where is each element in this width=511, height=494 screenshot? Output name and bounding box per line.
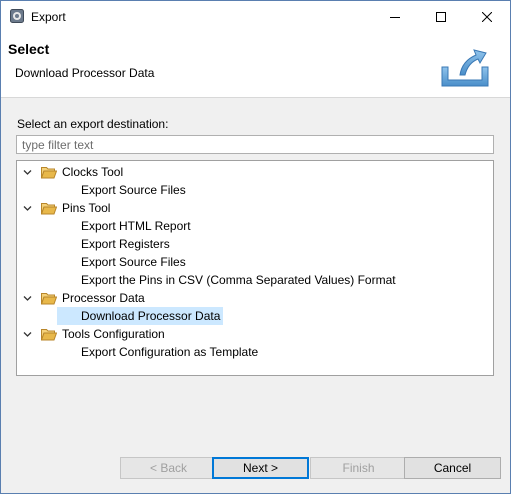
tree-item-export-html-report[interactable]: Export HTML Report bbox=[17, 217, 493, 235]
cancel-button[interactable]: Cancel bbox=[404, 457, 501, 479]
folder-open-icon bbox=[41, 203, 57, 215]
tree-item-label: Export Source Files bbox=[81, 183, 186, 197]
tree-item-label: Export Source Files bbox=[81, 255, 186, 269]
folder-open-icon bbox=[41, 293, 57, 305]
tree-category-pins-tool[interactable]: Pins Tool bbox=[17, 199, 493, 217]
tree-category-processor-data[interactable]: Processor Data bbox=[17, 289, 493, 307]
page-title: Select bbox=[8, 41, 50, 57]
eclipse-app-icon bbox=[10, 9, 24, 23]
minimize-icon bbox=[390, 16, 400, 18]
page-description: Download Processor Data bbox=[15, 66, 155, 80]
tree-item-export-pins-csv[interactable]: Export the Pins in CSV (Comma Separated … bbox=[17, 271, 493, 289]
tree-item-pins-export-source-files[interactable]: Export Source Files bbox=[17, 253, 493, 271]
back-button[interactable]: < Back bbox=[120, 457, 217, 479]
wizard-header: Select Download Processor Data bbox=[1, 32, 510, 98]
tree-category-label: Processor Data bbox=[62, 291, 145, 305]
chevron-down-icon[interactable] bbox=[23, 294, 32, 303]
tree-category-tools-configuration[interactable]: Tools Configuration bbox=[17, 325, 493, 343]
folder-open-icon bbox=[41, 329, 57, 341]
close-icon bbox=[482, 11, 492, 22]
tree-item-clocks-export-source-files[interactable]: Export Source Files bbox=[17, 181, 493, 199]
maximize-icon bbox=[436, 11, 446, 22]
folder-open-icon bbox=[41, 167, 57, 179]
tree-category-label: Pins Tool bbox=[62, 201, 111, 215]
next-button[interactable]: Next > bbox=[212, 457, 309, 479]
tree-item-label: Download Processor Data bbox=[81, 309, 221, 323]
title-bar: Export bbox=[1, 1, 510, 32]
tree-category-clocks-tool[interactable]: Clocks Tool bbox=[17, 163, 493, 181]
tree-item-label: Export Registers bbox=[81, 237, 170, 251]
tree-item-label: Export the Pins in CSV (Comma Separated … bbox=[81, 273, 396, 287]
window-title: Export bbox=[31, 10, 66, 24]
filter-input[interactable] bbox=[16, 135, 494, 154]
tree-item-export-configuration-template[interactable]: Export Configuration as Template bbox=[17, 343, 493, 361]
export-dialog: Export Select Download Processor Data Se… bbox=[0, 0, 511, 494]
export-wizard-icon bbox=[441, 49, 489, 87]
finish-button[interactable]: Finish bbox=[310, 457, 407, 479]
close-button[interactable] bbox=[464, 1, 510, 32]
chevron-down-icon[interactable] bbox=[23, 330, 32, 339]
minimize-button[interactable] bbox=[372, 1, 418, 32]
tree-category-label: Tools Configuration bbox=[62, 327, 165, 341]
chevron-down-icon[interactable] bbox=[23, 204, 32, 213]
maximize-button[interactable] bbox=[418, 1, 464, 32]
tree-category-label: Clocks Tool bbox=[62, 165, 124, 179]
chevron-down-icon[interactable] bbox=[23, 168, 32, 177]
tree-item-label: Export HTML Report bbox=[81, 219, 191, 233]
tree-item-label: Export Configuration as Template bbox=[81, 345, 259, 359]
tree-item-export-registers[interactable]: Export Registers bbox=[17, 235, 493, 253]
destination-label: Select an export destination: bbox=[17, 117, 169, 131]
export-destination-tree[interactable]: Clocks Tool Export Source Files Pins Too… bbox=[16, 160, 494, 376]
tree-item-download-processor-data[interactable]: Download Processor Data bbox=[17, 307, 493, 325]
